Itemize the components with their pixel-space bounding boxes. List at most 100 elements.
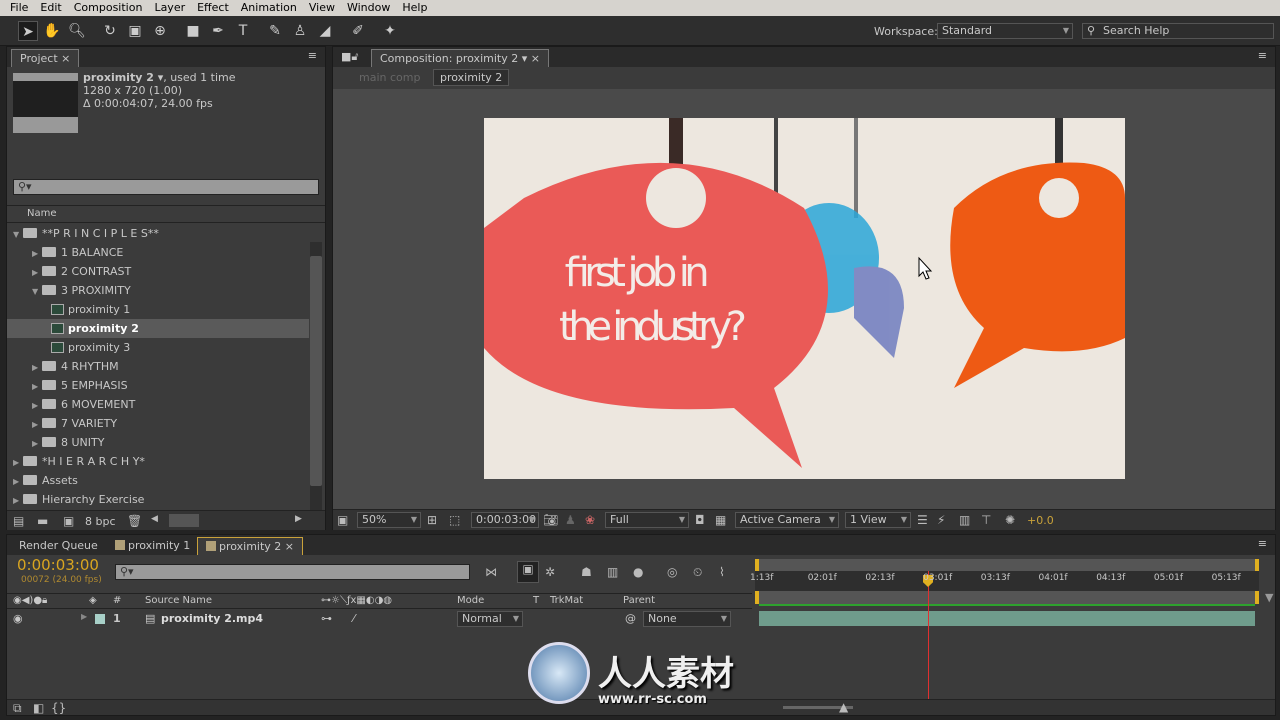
search-help-field[interactable]: ⚲ Search Help <box>1082 23 1274 39</box>
interpret-footage-icon[interactable]: ▤ <box>13 514 24 528</box>
project-item[interactable]: proximity 2 <box>7 319 309 338</box>
brainstorm-icon[interactable]: ◎ <box>667 565 677 579</box>
project-item[interactable]: ▶ Assets <box>7 471 309 490</box>
menu-composition[interactable]: Composition <box>68 0 149 16</box>
menu-edit[interactable]: Edit <box>34 0 67 16</box>
title-action-safe-icon[interactable]: ⊞ <box>427 513 437 527</box>
expand-right-icon[interactable]: ▶ <box>32 263 42 282</box>
expand-down-icon[interactable]: ▼ <box>13 225 23 244</box>
work-area-range[interactable] <box>755 591 1259 604</box>
resolution-dropdown[interactable]: Full <box>605 512 689 528</box>
project-item[interactable]: ▶ Hierarchy Exercise <box>7 490 309 509</box>
pixel-aspect-icon[interactable]: ☰ <box>917 513 928 527</box>
switches-toggle-icon[interactable]: {} <box>51 701 66 715</box>
zoom-to-frame-icon[interactable]: ▼ <box>1265 591 1273 604</box>
menu-animation[interactable]: Animation <box>235 0 303 16</box>
work-area-bar[interactable] <box>755 559 1259 571</box>
expand-right-icon[interactable]: ▶ <box>32 377 42 396</box>
expand-right-icon[interactable]: ▶ <box>32 396 42 415</box>
type-tool-icon[interactable]: T <box>233 21 253 41</box>
motion-blur-icon[interactable]: ● <box>633 565 643 579</box>
rectangle-tool-icon[interactable]: ■ <box>183 21 203 41</box>
channel-icon[interactable]: ❀ <box>585 513 595 527</box>
exposure-value[interactable]: +0.0 <box>1027 514 1054 527</box>
parent-dropdown[interactable]: None <box>643 611 731 627</box>
camera-tool-icon[interactable]: ▣ <box>125 21 145 41</box>
pen-tool-icon[interactable]: ✒ <box>208 21 228 41</box>
menu-help[interactable]: Help <box>396 0 433 16</box>
new-composition-icon[interactable]: ▣ <box>63 514 74 528</box>
draft-3d-icon[interactable]: ✲ <box>545 565 555 579</box>
puppet-tool-icon[interactable]: ✦ <box>380 21 400 41</box>
scroll-left-icon[interactable]: ◀ <box>151 514 158 524</box>
menu-file[interactable]: File <box>4 0 34 16</box>
expand-right-icon[interactable]: ▶ <box>32 434 42 453</box>
panel-menu-icon[interactable]: ≡ <box>1258 49 1267 62</box>
scroll-right-icon[interactable]: ▶ <box>295 514 302 524</box>
show-snapshot-icon[interactable]: ♟ <box>565 513 576 527</box>
comp-mini-flowchart-icon[interactable]: ⋈ <box>485 565 497 579</box>
project-item[interactable]: ▼ **P R I N C I P L E S** <box>7 224 309 243</box>
project-item[interactable]: ▶ 6 MOVEMENT <box>7 395 309 414</box>
tab-proximity-1[interactable]: proximity 1 <box>107 537 198 555</box>
breadcrumb-proximity-2[interactable]: proximity 2 <box>433 69 510 86</box>
rotate-tool-icon[interactable]: ↻ <box>100 21 120 41</box>
item-name[interactable]: proximity 2 ▾ <box>83 71 163 84</box>
hide-shy-layers-icon[interactable]: ☗ <box>581 565 592 579</box>
column-t[interactable]: T <box>533 595 539 606</box>
eraser-tool-icon[interactable]: ◢ <box>315 21 335 41</box>
project-item[interactable]: ▼ 3 PROXIMITY <box>7 281 309 300</box>
project-item[interactable]: ▶ 7 VARIETY <box>7 414 309 433</box>
column-trkmat[interactable]: TrkMat <box>550 595 583 606</box>
exposure-reset-icon[interactable]: ✺ <box>1005 513 1015 527</box>
layer-row[interactable]: ◉ ▶ 1 ▤ proximity 2.mp4 ⊶ ⁄ Normal @ Non… <box>7 610 752 628</box>
expand-panes-icon[interactable]: ⧉ <box>13 701 22 716</box>
region-of-interest-icon[interactable]: ◘ <box>695 513 705 527</box>
panel-menu-icon[interactable]: ≡ <box>308 49 317 62</box>
snapshot-icon[interactable]: 📷︎ <box>543 513 558 527</box>
horizontal-scrollbar[interactable] <box>169 514 199 527</box>
hand-tool-icon[interactable]: ✋ <box>42 21 62 41</box>
brush-tool-icon[interactable]: ✎ <box>265 21 285 41</box>
project-item[interactable]: ▶ 1 BALANCE <box>7 243 309 262</box>
column-header-name[interactable]: Name <box>7 205 325 223</box>
mask-visibility-icon[interactable]: ⬚ <box>449 513 460 527</box>
pan-behind-tool-icon[interactable]: ⊕ <box>150 21 170 41</box>
project-item[interactable]: ▶ 5 EMPHASIS <box>7 376 309 395</box>
blend-mode-dropdown[interactable]: Normal <box>457 611 523 627</box>
roto-brush-tool-icon[interactable]: ✐ <box>348 21 368 41</box>
menu-effect[interactable]: Effect <box>191 0 235 16</box>
project-item[interactable]: ▶ *H I E R A R C H Y* <box>7 452 309 471</box>
project-item[interactable]: ▶ 4 RHYTHM <box>7 357 309 376</box>
project-scrollbar[interactable] <box>310 242 322 510</box>
graph-editor-icon[interactable]: ⌇ <box>719 565 725 579</box>
lock-icon[interactable]: ■🔓︎ <box>341 50 359 64</box>
expand-right-icon[interactable]: ▶ <box>13 453 23 472</box>
tab-project[interactable]: Project × <box>11 49 80 67</box>
clone-stamp-tool-icon[interactable]: ♙ <box>290 21 310 41</box>
menu-view[interactable]: View <box>303 0 341 16</box>
quality-switch-icon[interactable]: ⁄ <box>353 612 355 625</box>
live-update-icon[interactable]: ▣ <box>517 561 539 583</box>
always-preview-icon[interactable]: ▣ <box>337 513 348 527</box>
eye-icon[interactable]: ◉ <box>13 612 23 625</box>
selection-tool-icon[interactable]: ➤ <box>18 21 38 41</box>
expand-right-icon[interactable]: ▶ <box>13 491 23 510</box>
trash-icon[interactable]: 🗑︎ <box>127 514 142 528</box>
shy-switch-icon[interactable]: ⊶ <box>321 612 332 625</box>
transparency-grid-icon[interactable]: ▦ <box>715 513 726 527</box>
composition-viewer[interactable]: first job in the industry? <box>484 118 1125 479</box>
bit-depth-button[interactable]: 8 bpc <box>85 515 116 528</box>
panel-menu-icon[interactable]: ≡ <box>1258 537 1267 550</box>
modes-toggle-icon[interactable]: ◧ <box>33 701 44 715</box>
workspace-dropdown[interactable]: Standard <box>937 23 1073 39</box>
menu-window[interactable]: Window <box>341 0 396 16</box>
project-search-input[interactable]: ⚲▾ <box>13 179 319 195</box>
camera-dropdown[interactable]: Active Camera <box>735 512 839 528</box>
project-item[interactable]: ▶ 8 UNITY <box>7 433 309 452</box>
expand-right-icon[interactable]: ▶ <box>32 244 42 263</box>
layer-duration-bar[interactable] <box>759 611 1255 626</box>
current-time-field[interactable]: 0:00:03:00 <box>471 512 539 528</box>
tab-composition[interactable]: Composition: proximity 2 ▾ × <box>371 49 549 67</box>
layer-name[interactable]: proximity 2.mp4 <box>161 612 263 625</box>
